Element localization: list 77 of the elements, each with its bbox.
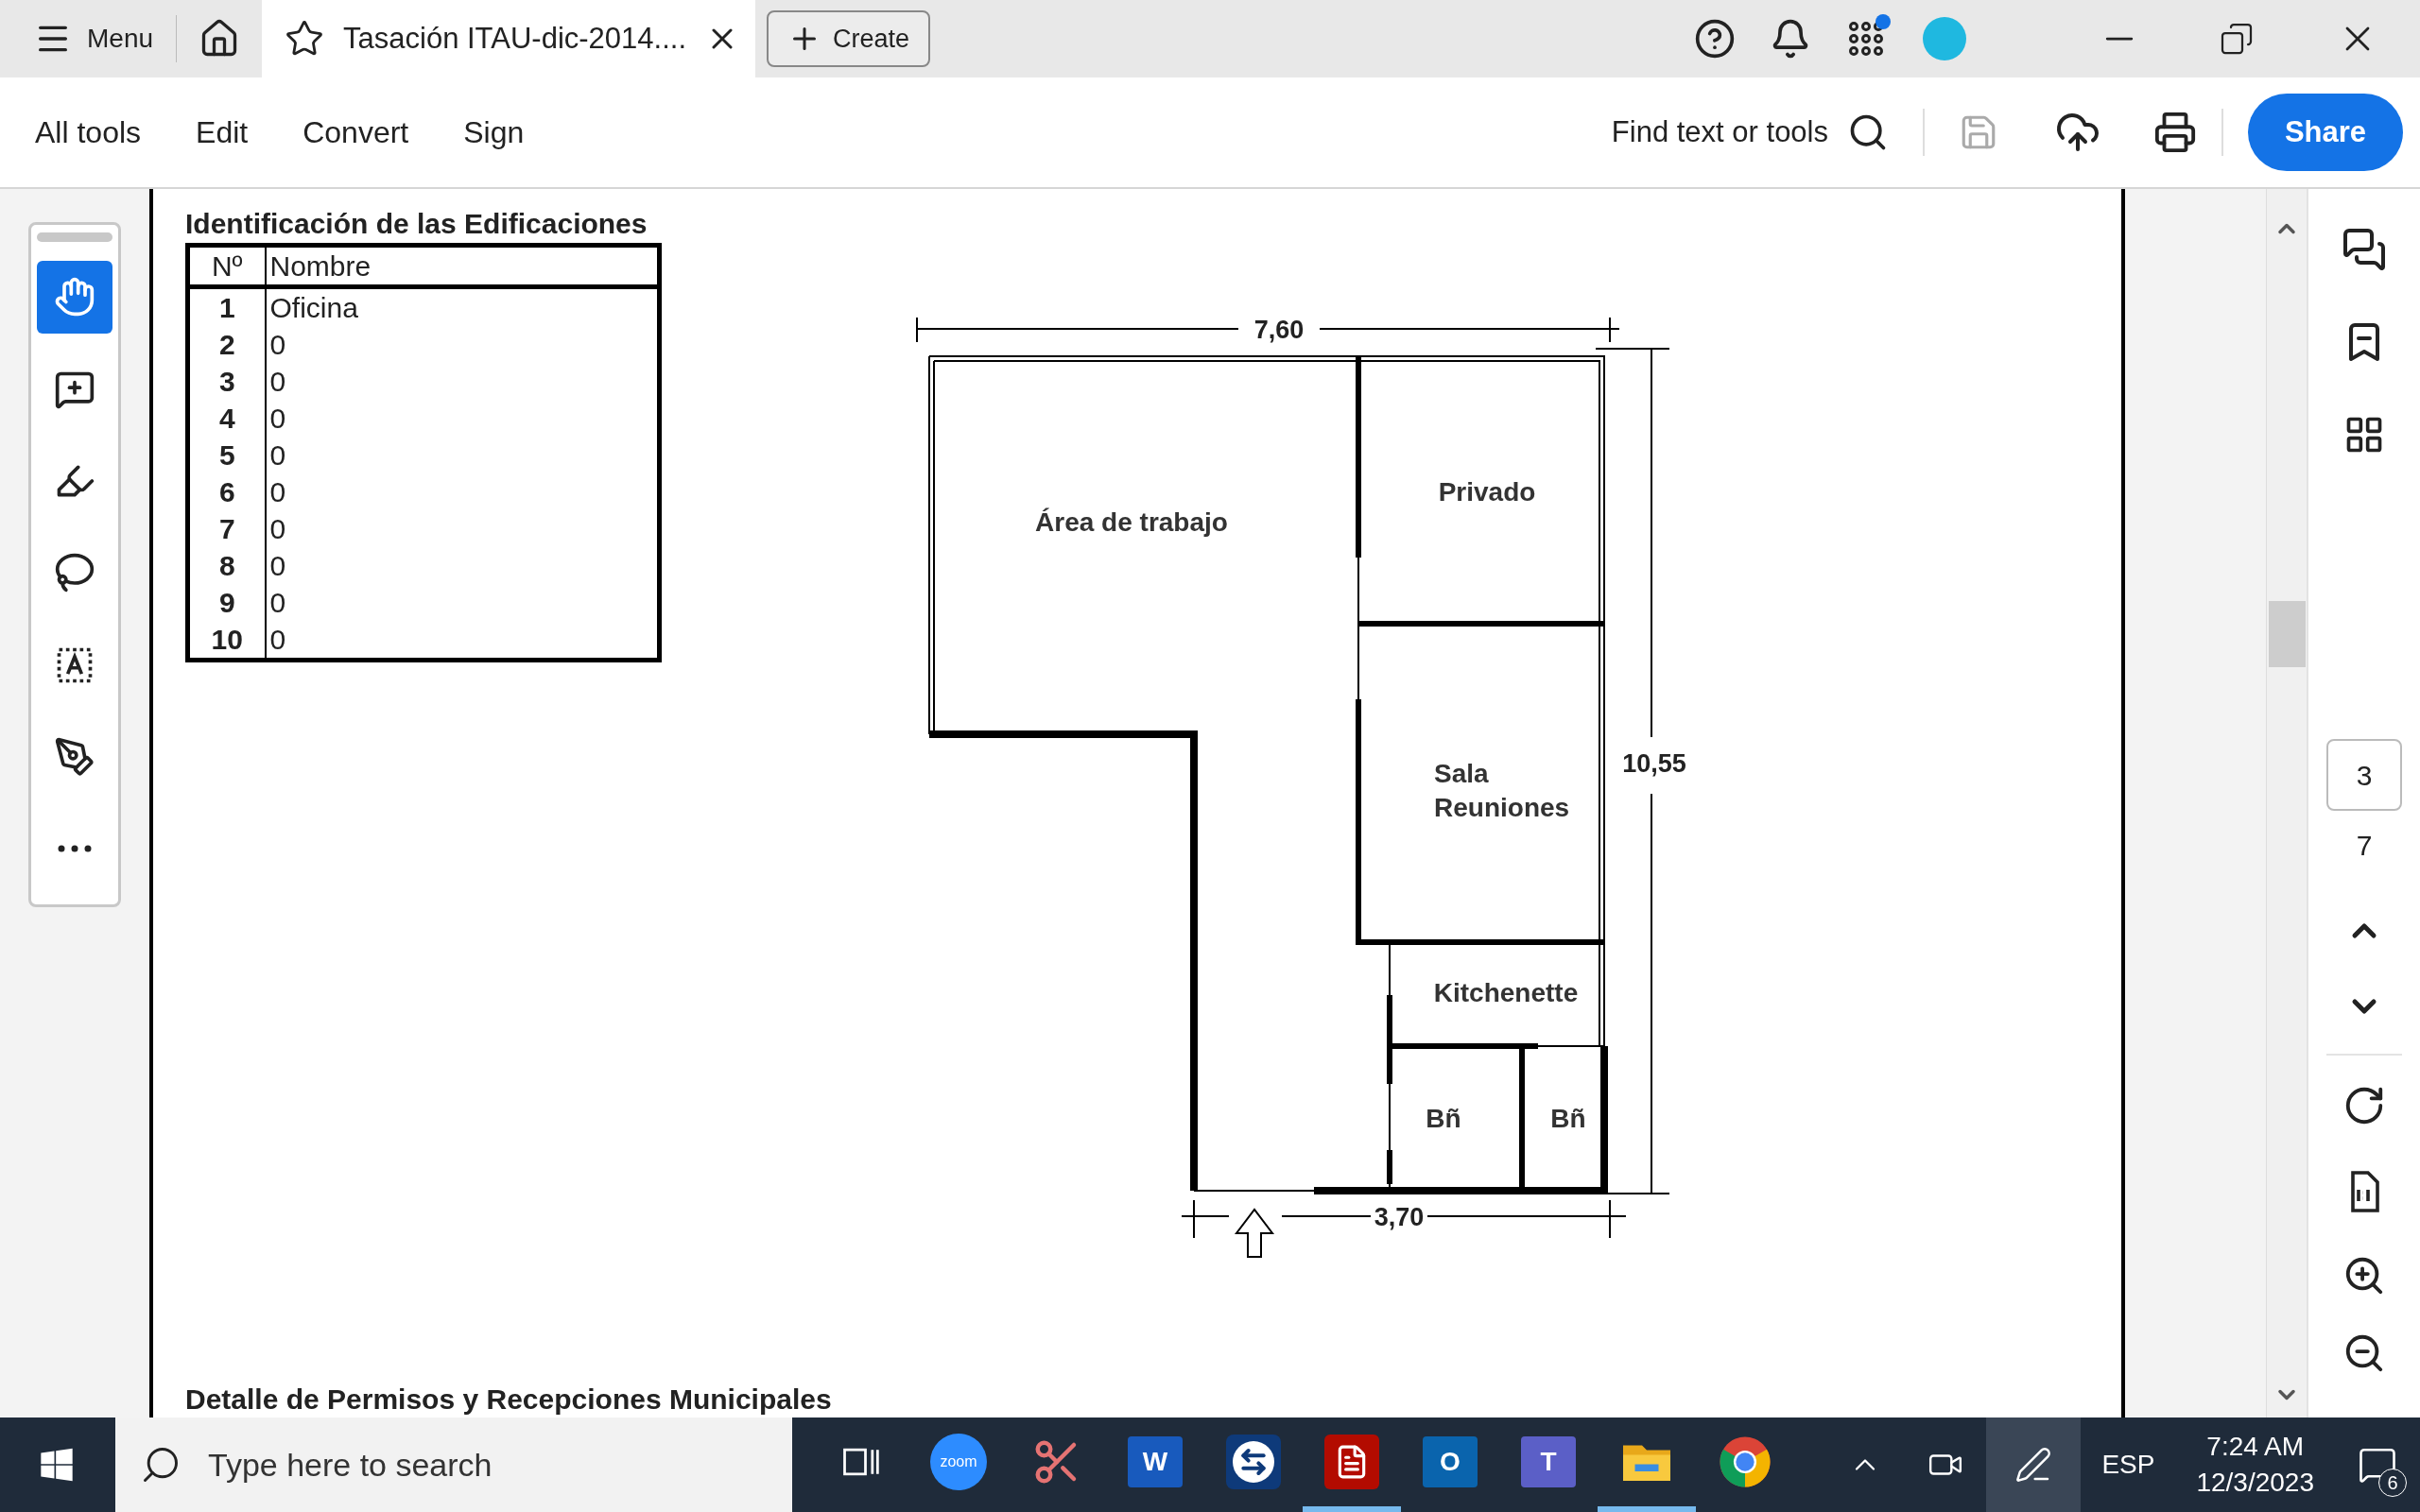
table-cell: 10 <box>187 621 266 661</box>
table-cell: Oficina <box>265 286 660 326</box>
column-header: Nº <box>187 245 266 287</box>
document-tab[interactable]: Tasación ITAU-dic-2014.... <box>262 0 756 77</box>
taskbar-search-field[interactable]: Type here to search <box>115 1418 792 1512</box>
table-cell: 0 <box>265 584 660 621</box>
table-cell: 0 <box>265 363 660 400</box>
table-cell: 1 <box>187 286 266 326</box>
table-cell: 0 <box>265 326 660 363</box>
room-label: Bñ <box>1550 1104 1586 1133</box>
table-cell: 7 <box>187 510 266 547</box>
tab-title: Tasación ITAU-dic-2014.... <box>343 20 686 57</box>
pen-icon <box>2014 1446 2053 1484</box>
page-number-field[interactable]: 3 <box>2326 739 2402 811</box>
browser-icon <box>1718 1435 1772 1489</box>
column-header: Nombre <box>265 245 660 287</box>
table-cell: 0 <box>265 510 660 547</box>
table-cell: 2 <box>187 326 266 363</box>
room-label: Sala Reuniones <box>1434 759 1570 822</box>
clock[interactable]: 7:24 AM 12/3/2023 <box>2196 1429 2314 1501</box>
table-cell: 0 <box>265 473 660 510</box>
chat-app-icon: T <box>1521 1436 1576 1487</box>
clock-time: 7:24 AM <box>2206 1431 2305 1463</box>
print-icon[interactable] <box>2153 111 2197 154</box>
toolbar-menu[interactable]: All tools <box>35 110 142 155</box>
table-cell: 3 <box>187 363 266 400</box>
section-heading: Detalle de Permisos y Recepciones Municipales <box>185 1383 833 1417</box>
clock-date: 12/3/2023 <box>2196 1467 2314 1499</box>
language-indicator[interactable]: ESP <box>2101 1445 2155 1485</box>
toolbar-menu[interactable]: Convert <box>302 110 409 155</box>
help-icon[interactable] <box>1694 18 1736 60</box>
video-app-icon: zoom <box>930 1434 987 1490</box>
taskbar-app-button[interactable]: W <box>1106 1418 1204 1512</box>
drag-handle[interactable] <box>37 232 112 242</box>
table-cell: 0 <box>265 400 660 437</box>
find-tools-button[interactable]: Find text or tools <box>1611 110 1889 155</box>
menu-button[interactable]: Menu <box>0 0 177 77</box>
hand-icon <box>54 276 95 318</box>
room-label: Privado <box>1438 477 1536 507</box>
taskbar-app-button[interactable]: O <box>1401 1418 1499 1512</box>
dimension-label: 3,70 <box>1374 1203 1425 1231</box>
comments-icon[interactable] <box>2342 227 2387 272</box>
table-cell: 6 <box>187 473 266 510</box>
mail-app-icon: O <box>1423 1436 1478 1487</box>
share-button[interactable]: Share <box>2248 94 2403 171</box>
scrollbar[interactable] <box>2266 189 2307 1418</box>
pdf-app-icon <box>1324 1435 1379 1489</box>
table-cell: 8 <box>187 547 266 584</box>
restore-icon[interactable] <box>2220 22 2254 56</box>
scrollbar-thumb[interactable] <box>2268 601 2306 667</box>
table-cell: 0 <box>265 621 660 661</box>
document-app-icon: W <box>1128 1436 1183 1487</box>
windows-logo-icon[interactable] <box>38 1446 76 1484</box>
notification-count-badge: 6 <box>2378 1469 2407 1497</box>
toolbar-menu[interactable]: Sign <box>463 110 525 155</box>
table-cell: 9 <box>187 584 266 621</box>
table-cell: 5 <box>187 437 266 473</box>
dimension-label: 10,55 <box>1622 749 1686 778</box>
pen-icon <box>54 735 95 778</box>
lasso-icon <box>54 552 95 594</box>
table-cell: 0 <box>265 437 660 473</box>
room-label: Bñ <box>1426 1104 1461 1133</box>
toolbar-menu[interactable]: Edit <box>196 110 249 155</box>
dimension-label: 7,60 <box>1253 317 1305 344</box>
table-cell: 4 <box>187 400 266 437</box>
room-label: Kitchenette <box>1433 978 1579 1007</box>
table-title: Identificación de las Edificaciones <box>185 207 648 241</box>
table-cell: 0 <box>265 547 660 584</box>
page-count: 7 <box>2356 829 2373 863</box>
notification-center-button[interactable]: 6 <box>2335 1418 2420 1512</box>
room-label: Área de trabajo <box>1035 507 1228 537</box>
search-placeholder: Type here to search <box>208 1445 493 1485</box>
pen-tray-button[interactable] <box>1986 1418 2082 1512</box>
more-icon <box>58 845 92 853</box>
remote-app-icon <box>1226 1435 1281 1489</box>
create-button[interactable]: Create <box>767 10 931 67</box>
taskbar-app-button[interactable]: T <box>1499 1418 1598 1512</box>
